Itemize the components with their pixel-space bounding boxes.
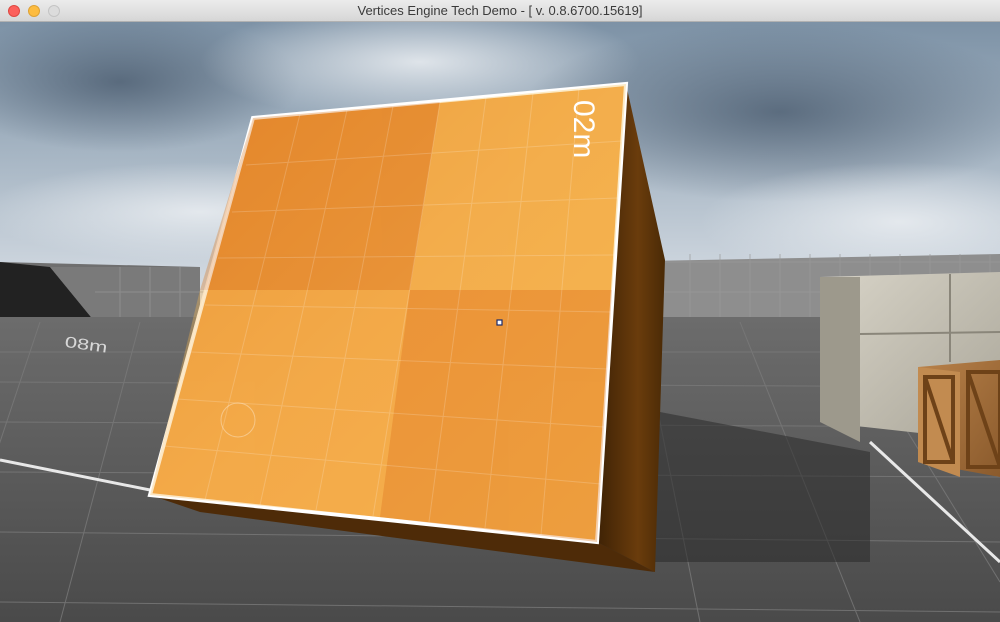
wooden-crate [918, 360, 1000, 477]
cube-distance-label: 02m [567, 100, 600, 158]
window-title: Vertices Engine Tech Demo - [ v. 0.8.670… [357, 3, 643, 18]
title-bar[interactable]: Vertices Engine Tech Demo - [ v. 0.8.670… [0, 0, 1000, 22]
app-window: Vertices Engine Tech Demo - [ v. 0.8.670… [0, 0, 1000, 622]
game-viewport[interactable]: 08m 02m [0, 22, 1000, 622]
crosshair-icon [496, 319, 503, 326]
